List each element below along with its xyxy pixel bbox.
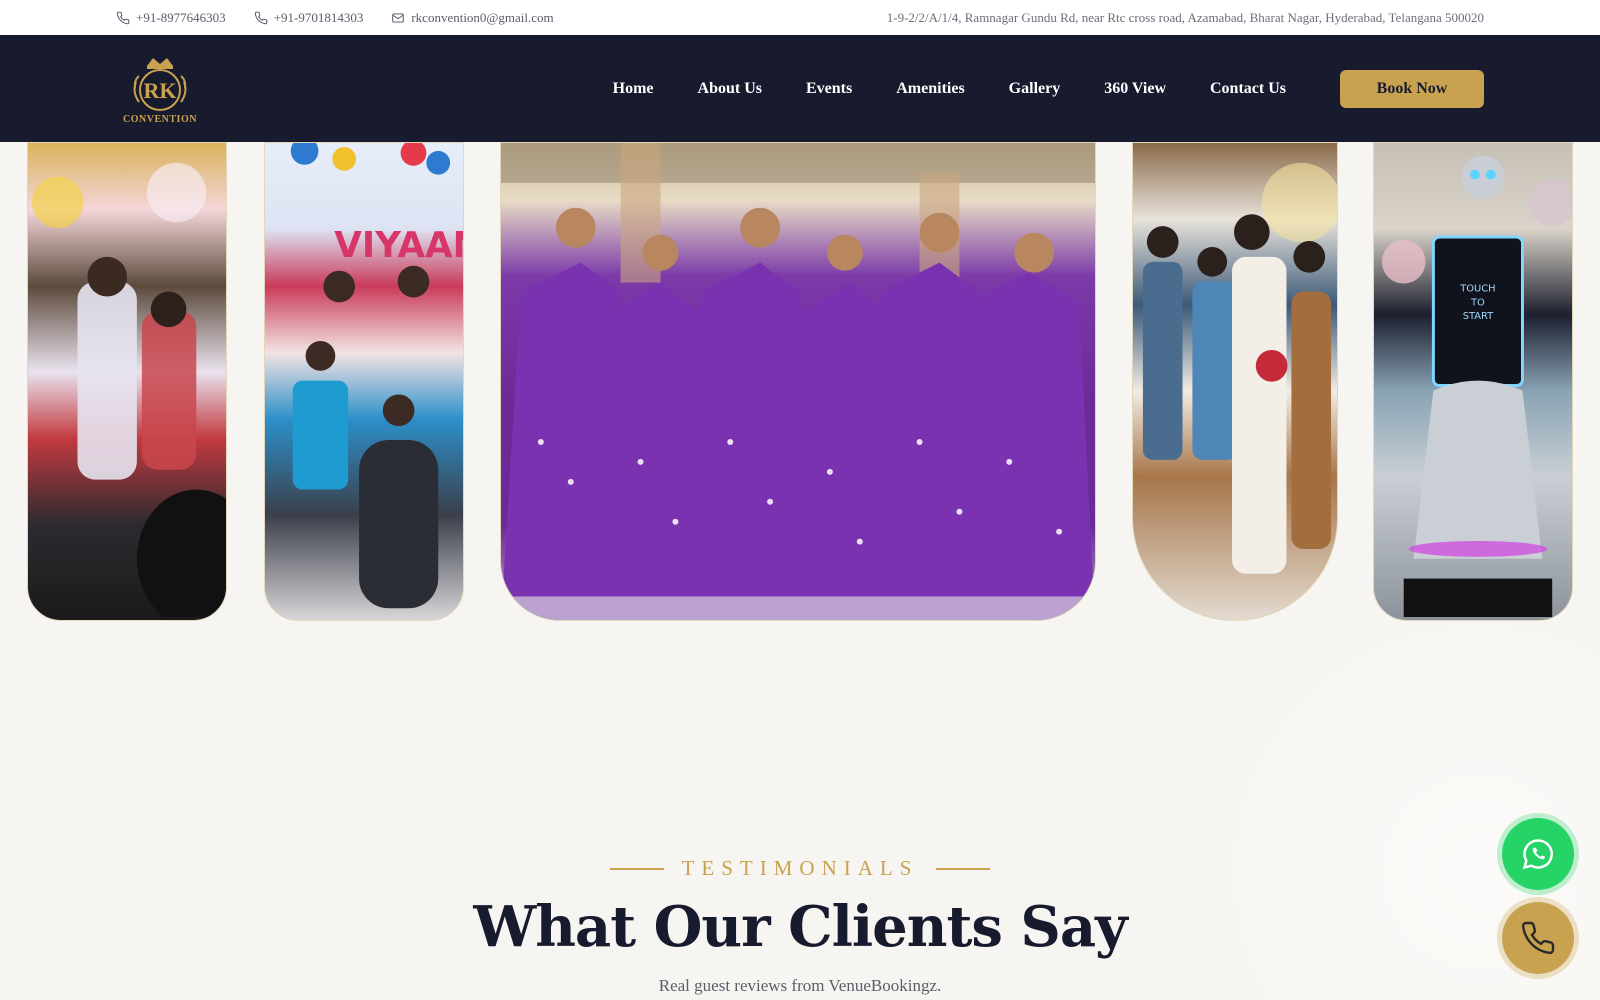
top-info-bar: +91-8977646303 +91-9701814303 rkconventi… xyxy=(0,0,1600,35)
nav-events[interactable]: Events xyxy=(806,80,852,98)
photo-gallery-strip: VIYAAN xyxy=(0,142,1600,622)
whatsapp-chat-button[interactable] xyxy=(1502,818,1574,890)
photo-illustration: TOUCH TO START xyxy=(1381,155,1572,618)
testimonials-eyebrow: TESTIMONIALS xyxy=(0,856,1600,881)
phone-icon xyxy=(254,11,267,24)
svg-text:VIYAAN: VIYAAN xyxy=(334,225,463,266)
venue-address: 1-9-2/2/A/1/4, Ramnagar Gundu Rd, near R… xyxy=(886,9,1484,25)
phone-number-1: +91-8977646303 xyxy=(136,9,226,25)
photo-illustration xyxy=(501,143,1095,620)
nav-amenities[interactable]: Amenities xyxy=(896,80,964,98)
mail-icon xyxy=(392,12,405,23)
phone-number-2: +91-9701814303 xyxy=(273,9,364,25)
phone-icon xyxy=(116,11,130,24)
nav-360-view[interactable]: 360 View xyxy=(1104,80,1166,98)
nav-about-us[interactable]: About Us xyxy=(698,80,762,98)
nav-gallery[interactable]: Gallery xyxy=(1009,80,1061,98)
svg-text:TO: TO xyxy=(1470,297,1485,308)
photo-illustration: VIYAAN xyxy=(290,143,463,609)
dancers-group-photo[interactable] xyxy=(500,142,1096,621)
primary-navigation: Home About Us Events Amenities Gallery 3… xyxy=(613,80,1286,98)
phone-contact-1[interactable]: +91-8977646303 xyxy=(116,10,226,26)
svg-text:START: START xyxy=(1463,311,1494,322)
site-logo[interactable]: RK CONVENTION xyxy=(123,51,197,127)
phone-contact-2[interactable]: +91-9701814303 xyxy=(254,9,364,26)
photo-illustration xyxy=(1142,162,1337,574)
whatsapp-icon xyxy=(1522,839,1553,870)
email-contact[interactable]: rkconvention0@gmail.com xyxy=(391,9,554,26)
nav-home[interactable]: Home xyxy=(613,80,654,98)
logo-subtitle: CONVENTION xyxy=(123,114,197,125)
phone-icon xyxy=(1521,921,1555,955)
svg-text:TOUCH: TOUCH xyxy=(1459,283,1495,294)
main-navbar: RK CONVENTION Home About Us Events Ameni… xyxy=(0,35,1600,142)
testimonials-subheading: Real guest reviews from VenueBookingz. xyxy=(658,976,942,995)
eyebrow-divider-left xyxy=(609,867,664,870)
wedding-stage-photo[interactable] xyxy=(27,142,227,621)
nav-contact-us[interactable]: Contact Us xyxy=(1210,80,1286,98)
robot-photo-booth-photo[interactable]: TOUCH TO START xyxy=(1373,142,1573,621)
wedding-couple-photo[interactable] xyxy=(1132,142,1338,621)
eyebrow-label: TESTIMONIALS xyxy=(681,856,919,880)
photo-illustration xyxy=(31,162,226,618)
email-address: rkconvention0@gmail.com xyxy=(411,9,554,25)
logo-monogram: RK xyxy=(144,78,177,103)
testimonials-heading: What Our Clients Say xyxy=(473,894,1127,960)
eyebrow-divider-right xyxy=(936,867,991,870)
book-now-button[interactable]: Book Now xyxy=(1340,69,1484,108)
call-button[interactable] xyxy=(1502,902,1574,974)
crown-logo-icon: RK xyxy=(133,58,187,111)
birthday-family-photo[interactable]: VIYAAN xyxy=(264,142,464,621)
